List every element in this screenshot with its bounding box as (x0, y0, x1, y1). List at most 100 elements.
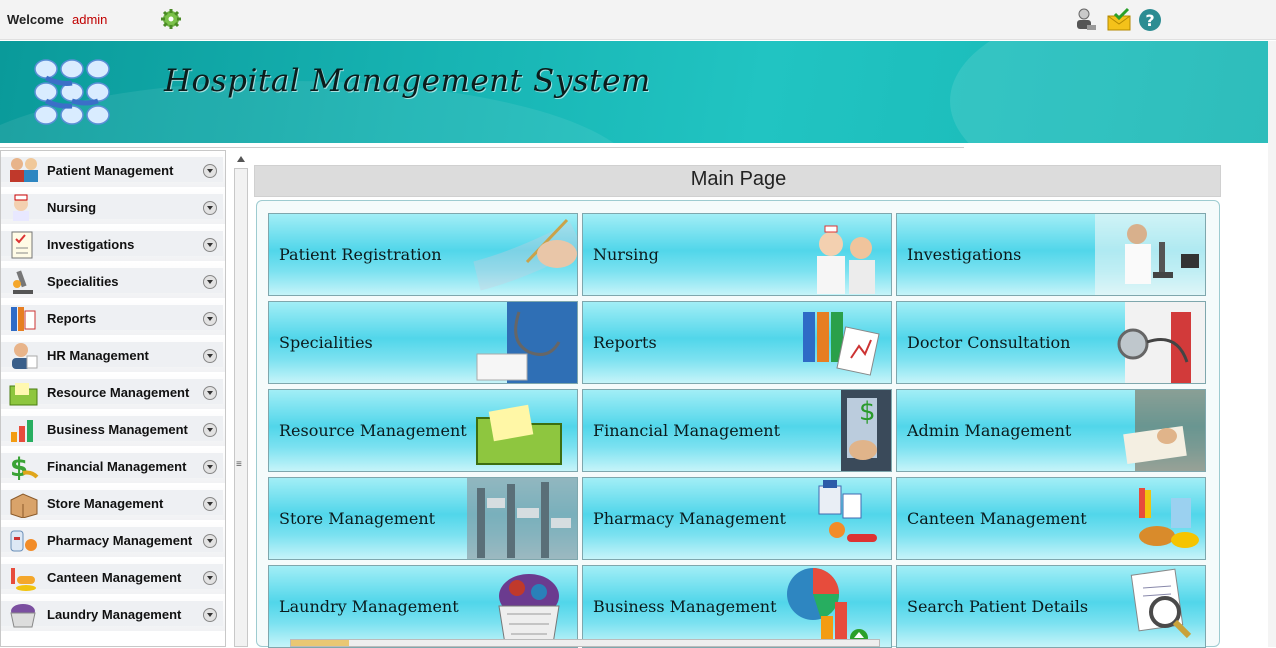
module-tile-label: Investigations (907, 245, 1022, 264)
pills-icon (10, 530, 37, 552)
module-tile-label: Store Management (279, 509, 436, 528)
settings-gear-icon[interactable] (161, 9, 181, 29)
page-title: Main Page (690, 168, 787, 190)
expand-arrow-icon[interactable] (203, 460, 217, 474)
expand-arrow-icon[interactable] (203, 571, 217, 585)
help-icon[interactable]: ? (1138, 7, 1164, 33)
module-tile[interactable]: Nursing (582, 213, 892, 296)
module-tile[interactable]: Doctor Consultation (896, 301, 1206, 384)
module-tile[interactable]: Search Patient Details (896, 565, 1206, 648)
panel-splitter[interactable] (234, 168, 248, 647)
patients-icon (10, 158, 38, 182)
fast-food-icon (1139, 488, 1199, 548)
warehouse-shelves-icon (467, 478, 577, 559)
expand-arrow-icon[interactable] (203, 349, 217, 363)
divider (0, 147, 964, 148)
sidebar-item[interactable]: Specialities (1, 262, 225, 299)
medicine-bottles-icon (818, 480, 877, 542)
module-tile-label: Resource Management (279, 421, 467, 440)
expand-arrow-icon[interactable] (203, 201, 217, 215)
module-tile-label: Nursing (593, 245, 659, 264)
module-tile[interactable]: Pharmacy Management (582, 477, 892, 560)
box-icon (10, 493, 38, 518)
sidebar-item[interactable]: HR Management (1, 336, 225, 373)
expand-arrow-icon[interactable] (203, 534, 217, 548)
sidebar-item[interactable]: Investigations (1, 225, 225, 262)
expand-arrow-icon[interactable] (203, 312, 217, 326)
sidebar-item[interactable]: $ Financial Management (1, 447, 225, 484)
green-folder-icon (476, 404, 562, 465)
sidebar-item[interactable]: Pharmacy Management (1, 521, 225, 558)
calculator-icon: $ (841, 390, 891, 471)
sidebar-item[interactable]: Nursing (1, 188, 225, 225)
expand-arrow-icon[interactable] (203, 608, 217, 622)
module-tile[interactable]: Canteen Management (896, 477, 1206, 560)
sidebar-item[interactable]: Business Management (1, 410, 225, 447)
microscope-icon (13, 270, 33, 294)
svg-text:?: ? (1145, 11, 1154, 30)
module-tile[interactable]: Admin Management (896, 389, 1206, 472)
scrollbar-thumb[interactable] (291, 640, 349, 646)
header-banner: Hospital Management System (0, 41, 1268, 143)
module-tile[interactable]: Resource Management (268, 389, 578, 472)
tiles-panel: Patient Registration Nursing Investigation… (256, 200, 1220, 648)
collapse-arrow-icon[interactable] (236, 154, 246, 164)
person-icon (12, 343, 38, 369)
module-tile-label: Search Patient Details (907, 597, 1089, 616)
expand-arrow-icon[interactable] (203, 275, 217, 289)
module-tile[interactable]: Business Management (582, 565, 892, 648)
folder-icon (9, 383, 38, 406)
module-tile[interactable]: $ Financial Management (582, 389, 892, 472)
sidebar-item[interactable]: Resource Management (1, 373, 225, 410)
mail-icon[interactable] (1106, 7, 1132, 33)
expand-arrow-icon[interactable] (203, 386, 217, 400)
money-icon: $ (10, 453, 39, 481)
app-logo (34, 59, 110, 125)
module-tile[interactable]: Specialities (268, 301, 578, 384)
module-tile[interactable]: Patient Registration (268, 213, 578, 296)
report-binders-icon (803, 312, 880, 376)
desk-papers-icon (1123, 390, 1205, 471)
splitter-grip-icon[interactable]: ≡ (236, 460, 246, 470)
food-icon (11, 568, 36, 591)
stethoscope-doctor-icon (476, 302, 577, 383)
nurse-icon (13, 194, 29, 221)
module-tile-label: Business Management (593, 597, 777, 616)
sidebar-item[interactable]: Laundry Management (1, 595, 225, 632)
sidebar-item-label: Reports (47, 311, 97, 326)
sidebar-item-label: Financial Management (47, 459, 187, 474)
module-tile-label: Pharmacy Management (593, 509, 786, 528)
user-switch-icon[interactable] (1072, 7, 1098, 33)
pen-writing-icon (473, 218, 577, 291)
sidebar-item-label: HR Management (47, 348, 149, 363)
module-tile[interactable]: Investigations (896, 213, 1206, 296)
expand-arrow-icon[interactable] (203, 497, 217, 511)
chart-icon (11, 420, 33, 442)
nurses-icon (817, 225, 875, 294)
module-tile[interactable]: Store Management (268, 477, 578, 560)
laundry-icon (10, 604, 36, 628)
main-header: Main Page (254, 165, 1221, 197)
vertical-scrollbar[interactable] (1268, 41, 1276, 647)
module-tile-label: Doctor Consultation (907, 333, 1071, 352)
expand-arrow-icon[interactable] (203, 238, 217, 252)
module-tile[interactable]: Laundry Management (268, 565, 578, 648)
username: admin (72, 12, 108, 27)
module-tile[interactable]: Reports (582, 301, 892, 384)
top-bar: Welcome admin ? (0, 0, 1276, 40)
sidebar-item-label: Specialities (47, 274, 119, 289)
laundry-basket-icon (498, 574, 560, 645)
sidebar-item[interactable]: Canteen Management (1, 558, 225, 595)
expand-arrow-icon[interactable] (203, 164, 217, 178)
lab-microscope-icon (1095, 214, 1205, 295)
svg-text:$: $ (859, 397, 876, 427)
module-tile-label: Admin Management (907, 421, 1072, 440)
sidebar-item[interactable]: Store Management (1, 484, 225, 521)
sidebar-item[interactable]: Reports (1, 299, 225, 336)
sidebar-item[interactable]: Patient Management (1, 151, 225, 188)
expand-arrow-icon[interactable] (203, 423, 217, 437)
pie-chart-icon (787, 568, 868, 647)
sidebar-item-label: Investigations (47, 237, 135, 252)
horizontal-scrollbar[interactable] (290, 639, 880, 647)
sidebar-item-label: Resource Management (47, 385, 190, 400)
